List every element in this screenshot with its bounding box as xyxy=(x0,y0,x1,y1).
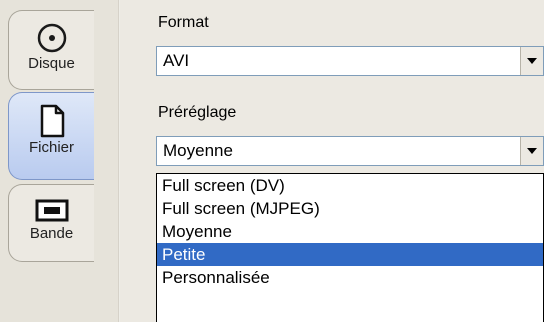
dropdown-option[interactable]: Personnalisée xyxy=(157,266,543,289)
format-dropdown-button[interactable] xyxy=(520,47,543,75)
tape-icon xyxy=(35,199,68,222)
sidebar-divider xyxy=(118,0,120,322)
tab-disque[interactable]: Disque xyxy=(8,10,94,90)
tab-fichier[interactable]: Fichier xyxy=(8,92,94,180)
preset-label: Préréglage xyxy=(158,104,237,121)
disc-icon xyxy=(37,23,66,53)
preset-select[interactable]: Moyenne xyxy=(156,136,544,166)
tab-bande[interactable]: Bande xyxy=(8,184,94,262)
dropdown-option[interactable]: Full screen (MJPEG) xyxy=(157,197,543,220)
dropdown-option-highlighted[interactable]: Petite xyxy=(157,243,543,266)
chevron-down-icon xyxy=(527,58,537,64)
preset-value: Moyenne xyxy=(163,141,233,160)
dropdown-option[interactable]: Full screen (DV) xyxy=(157,174,543,197)
dropdown-option[interactable]: Moyenne xyxy=(157,220,543,243)
tab-bande-label: Bande xyxy=(29,225,74,242)
file-icon xyxy=(40,104,64,138)
chevron-down-icon xyxy=(527,148,537,154)
format-label: Format xyxy=(158,14,209,31)
preset-dropdown-button[interactable] xyxy=(520,137,543,165)
tab-disque-label: Disque xyxy=(28,55,75,72)
preset-dropdown-list: Full screen (DV) Full screen (MJPEG) Moy… xyxy=(156,173,544,322)
format-select[interactable]: AVI xyxy=(156,46,544,76)
format-value: AVI xyxy=(163,51,190,70)
tab-fichier-label: Fichier xyxy=(28,139,74,156)
